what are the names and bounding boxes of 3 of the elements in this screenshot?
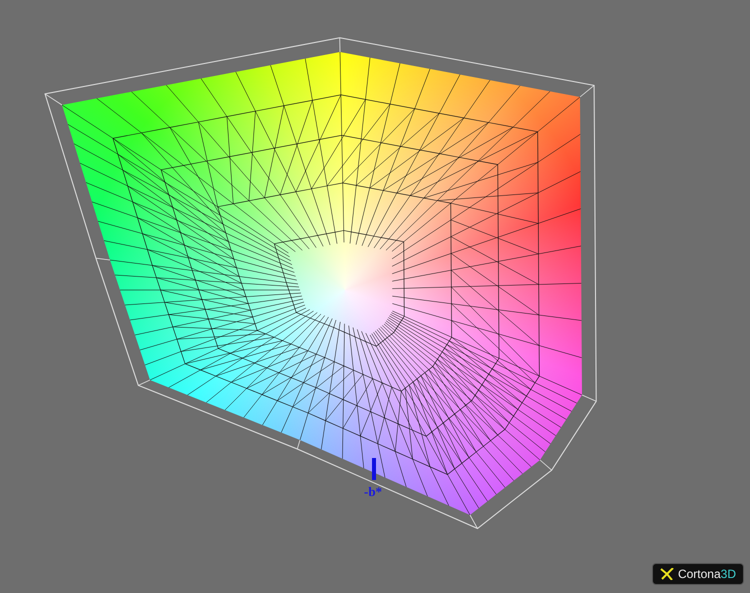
axis-label: -b* — [364, 484, 382, 500]
axis-marker — [372, 458, 376, 480]
logo-text: Cortona3D — [678, 567, 736, 581]
